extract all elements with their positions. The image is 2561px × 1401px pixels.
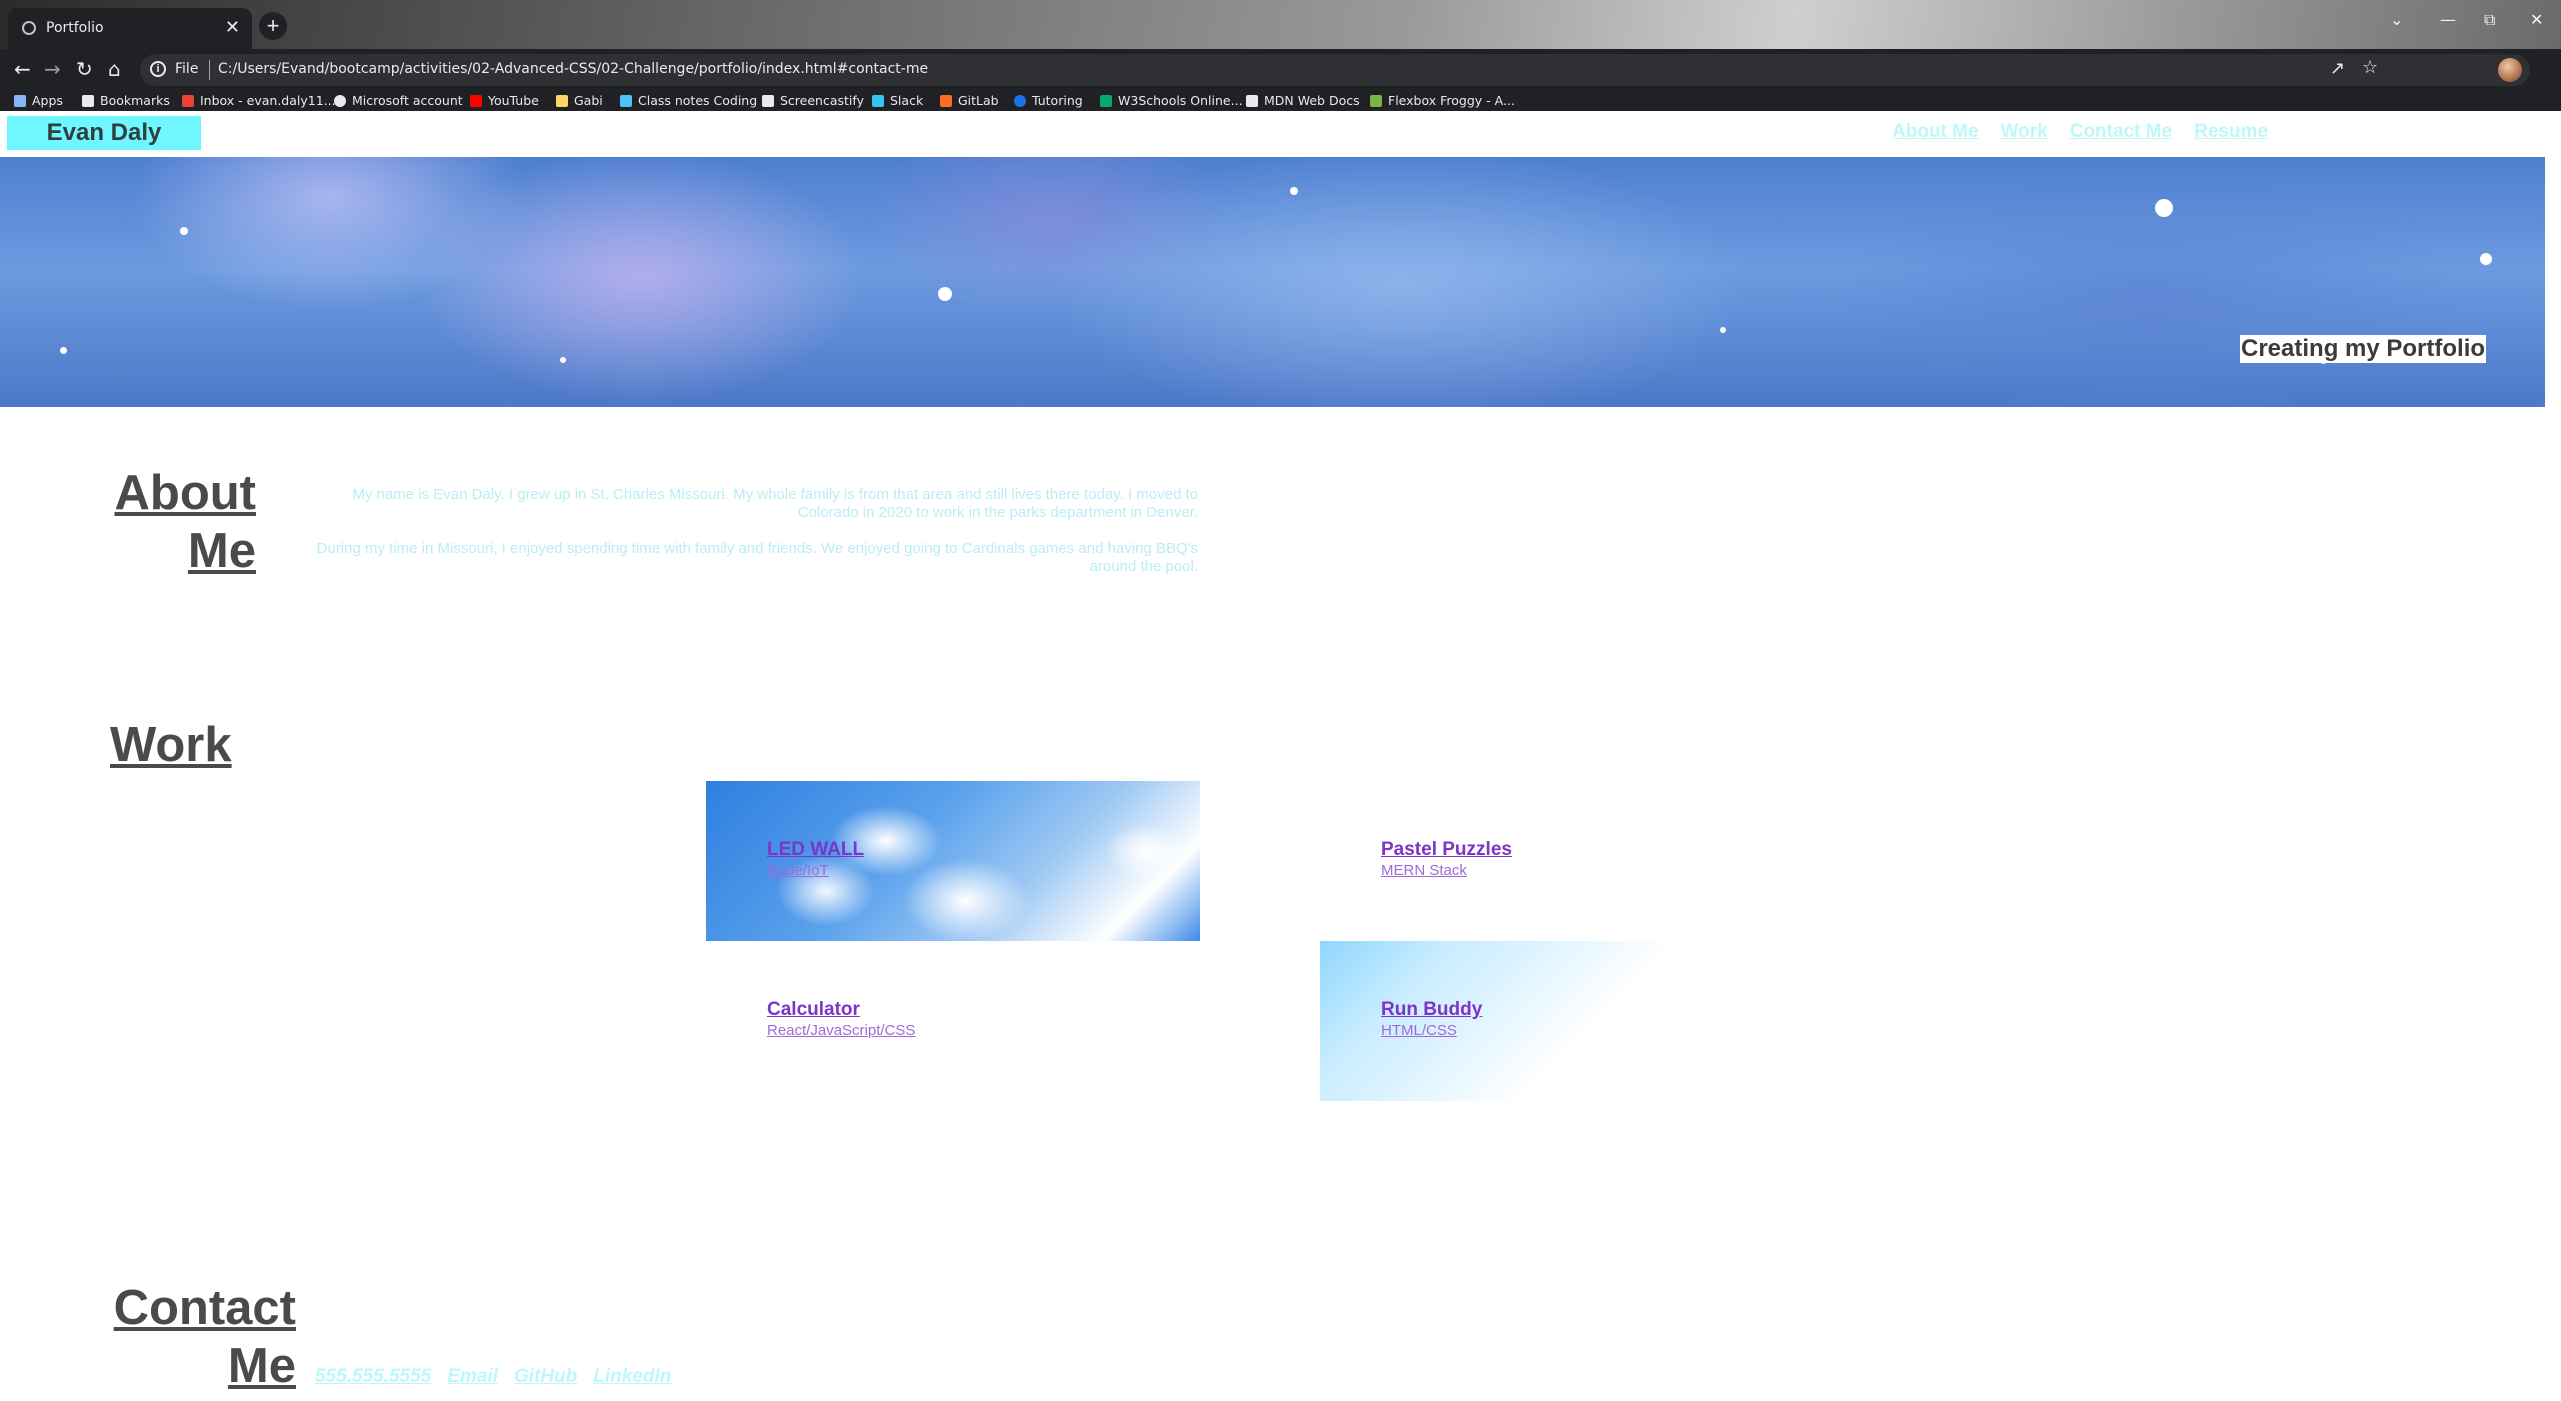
hero-star bbox=[1290, 187, 1298, 195]
tutoring-icon bbox=[1014, 95, 1026, 107]
project-tech[interactable]: MERN Stack bbox=[1381, 862, 1467, 879]
bookmark-tutoring[interactable]: Tutoring bbox=[1014, 93, 1083, 108]
apps-grid-icon bbox=[14, 95, 26, 107]
nav-work[interactable]: Work bbox=[2001, 121, 2048, 142]
new-tab-button[interactable]: + bbox=[259, 12, 287, 40]
project-title[interactable]: Pastel Puzzles bbox=[1381, 839, 1512, 861]
home-icon[interactable]: ⌂ bbox=[108, 57, 121, 81]
project-tech[interactable]: HTML/CSS bbox=[1381, 1022, 1457, 1039]
about-text: My name is Evan Daly. I grew up in St. C… bbox=[290, 486, 1198, 594]
contact-email-link[interactable]: Email bbox=[447, 1366, 498, 1387]
omnibox-divider bbox=[209, 60, 210, 80]
web-page: Evan Daly About Me Work Contact Me Resume C… bbox=[0, 111, 2561, 1401]
contact-phone-link[interactable]: 555.555.5555 bbox=[315, 1366, 431, 1387]
close-window-button[interactable]: ✕ bbox=[2530, 10, 2543, 29]
bookmark-page-icon bbox=[556, 95, 568, 107]
nav-resume[interactable]: Resume bbox=[2194, 121, 2268, 142]
work-heading: Work bbox=[110, 718, 232, 772]
bookmark-bookmarks[interactable]: Bookmarks bbox=[82, 93, 170, 108]
hero-star bbox=[180, 227, 188, 235]
hero-banner: Creating my Portfolio bbox=[0, 157, 2545, 407]
project-title[interactable]: LED WALL bbox=[767, 839, 864, 861]
restore-button[interactable]: ⧉ bbox=[2484, 10, 2495, 30]
share-icon[interactable]: ↗ bbox=[2330, 58, 2345, 79]
project-card-run-buddy[interactable]: Run Buddy HTML/CSS bbox=[1320, 941, 1814, 1101]
notes-icon bbox=[620, 95, 632, 107]
bookmark-slack[interactable]: Slack bbox=[872, 93, 923, 108]
hero-star bbox=[560, 357, 566, 363]
project-tech[interactable]: Node/IoT bbox=[767, 862, 829, 879]
w3schools-icon bbox=[1100, 95, 1112, 107]
bookmark-w3schools[interactable]: W3Schools Online... bbox=[1100, 93, 1243, 108]
nav-about-me[interactable]: About Me bbox=[1892, 121, 1979, 142]
bookmarks-bar: Apps Bookmarks Inbox - evan.daly11... Mi… bbox=[0, 91, 2561, 112]
gmail-icon bbox=[182, 95, 194, 107]
hero-star bbox=[938, 287, 952, 301]
bookmark-class-notes[interactable]: Class notes Coding bbox=[620, 93, 757, 108]
hero-star bbox=[60, 347, 67, 354]
bookmark-gitlab[interactable]: GitLab bbox=[940, 93, 999, 108]
minimize-button[interactable]: — bbox=[2440, 10, 2456, 29]
url-text[interactable]: C:/Users/Evand/bootcamp/activities/02-Ad… bbox=[218, 61, 928, 77]
bookmark-youtube[interactable]: YouTube bbox=[470, 93, 539, 108]
profile-avatar[interactable] bbox=[2498, 58, 2522, 82]
browser-tab[interactable]: Portfolio ✕ bbox=[8, 8, 252, 49]
bookmark-mdn[interactable]: MDN Web Docs bbox=[1246, 93, 1360, 108]
project-tech[interactable]: React/JavaScript/CSS bbox=[767, 1022, 915, 1039]
site-brand[interactable]: Evan Daly bbox=[7, 116, 201, 150]
tab-title: Portfolio bbox=[46, 20, 104, 36]
youtube-icon bbox=[470, 95, 482, 107]
globe-icon bbox=[334, 95, 346, 107]
screencastify-icon bbox=[762, 95, 774, 107]
hero-caption: Creating my Portfolio bbox=[2240, 335, 2487, 363]
about-paragraph: During my time in Missouri, I enjoyed sp… bbox=[316, 540, 1198, 575]
contact-heading: Contact Me bbox=[113, 1281, 296, 1393]
project-title[interactable]: Calculator bbox=[767, 999, 860, 1021]
site-nav: About Me Work Contact Me Resume bbox=[1892, 121, 2290, 143]
contact-links: 555.555.5555 Email GitHub LinkedIn bbox=[315, 1366, 687, 1388]
omnibox-scheme: File bbox=[175, 61, 199, 77]
back-icon[interactable]: ← bbox=[14, 57, 31, 81]
address-bar[interactable]: i File C:/Users/Evand/bootcamp/activitie… bbox=[140, 54, 2530, 86]
browser-toolbar: ← → ↻ ⌂ i File C:/Users/Evand/bootcamp/a… bbox=[0, 49, 2561, 91]
forward-icon[interactable]: → bbox=[44, 57, 61, 81]
tab-search-icon[interactable]: ⌄ bbox=[2390, 10, 2403, 29]
frog-icon bbox=[1370, 95, 1382, 107]
hero-star bbox=[2155, 199, 2173, 217]
bookmark-screencastify[interactable]: Screencastify bbox=[762, 93, 864, 108]
gitlab-icon bbox=[940, 95, 952, 107]
bookmark-apps[interactable]: Apps bbox=[14, 93, 63, 108]
browser-tab-strip: Portfolio ✕ + ⌄ — ⧉ ✕ bbox=[0, 0, 2561, 49]
slack-icon bbox=[872, 95, 884, 107]
bookmark-gabi[interactable]: Gabi bbox=[556, 93, 603, 108]
nav-contact-me[interactable]: Contact Me bbox=[2070, 121, 2172, 142]
bookmark-star-icon[interactable]: ☆ bbox=[2362, 57, 2378, 78]
site-info-icon[interactable]: i bbox=[150, 61, 166, 77]
project-title[interactable]: Run Buddy bbox=[1381, 999, 1482, 1021]
about-paragraph: My name is Evan Daly. I grew up in St. C… bbox=[352, 486, 1198, 521]
close-tab-icon[interactable]: ✕ bbox=[225, 17, 240, 38]
contact-linkedin-link[interactable]: LinkedIn bbox=[593, 1366, 671, 1387]
bookmark-inbox[interactable]: Inbox - evan.daly11... bbox=[182, 93, 336, 108]
project-card-pastel-puzzles[interactable]: Pastel Puzzles MERN Stack bbox=[1320, 781, 1814, 941]
reload-icon[interactable]: ↻ bbox=[76, 57, 93, 81]
globe-icon bbox=[22, 21, 36, 35]
mdn-icon bbox=[1246, 95, 1258, 107]
star-icon bbox=[82, 95, 94, 107]
project-card-led-wall[interactable]: LED WALL Node/IoT bbox=[706, 781, 1200, 941]
bookmark-microsoft[interactable]: Microsoft account bbox=[334, 93, 463, 108]
hero-star bbox=[2480, 253, 2492, 265]
about-heading: About Me bbox=[114, 466, 257, 578]
hero-star bbox=[1720, 327, 1726, 333]
contact-github-link[interactable]: GitHub bbox=[514, 1366, 577, 1387]
bookmark-flexbox-froggy[interactable]: Flexbox Froggy - A... bbox=[1370, 93, 1515, 108]
project-card-calculator[interactable]: Calculator React/JavaScript/CSS bbox=[706, 941, 1200, 1101]
